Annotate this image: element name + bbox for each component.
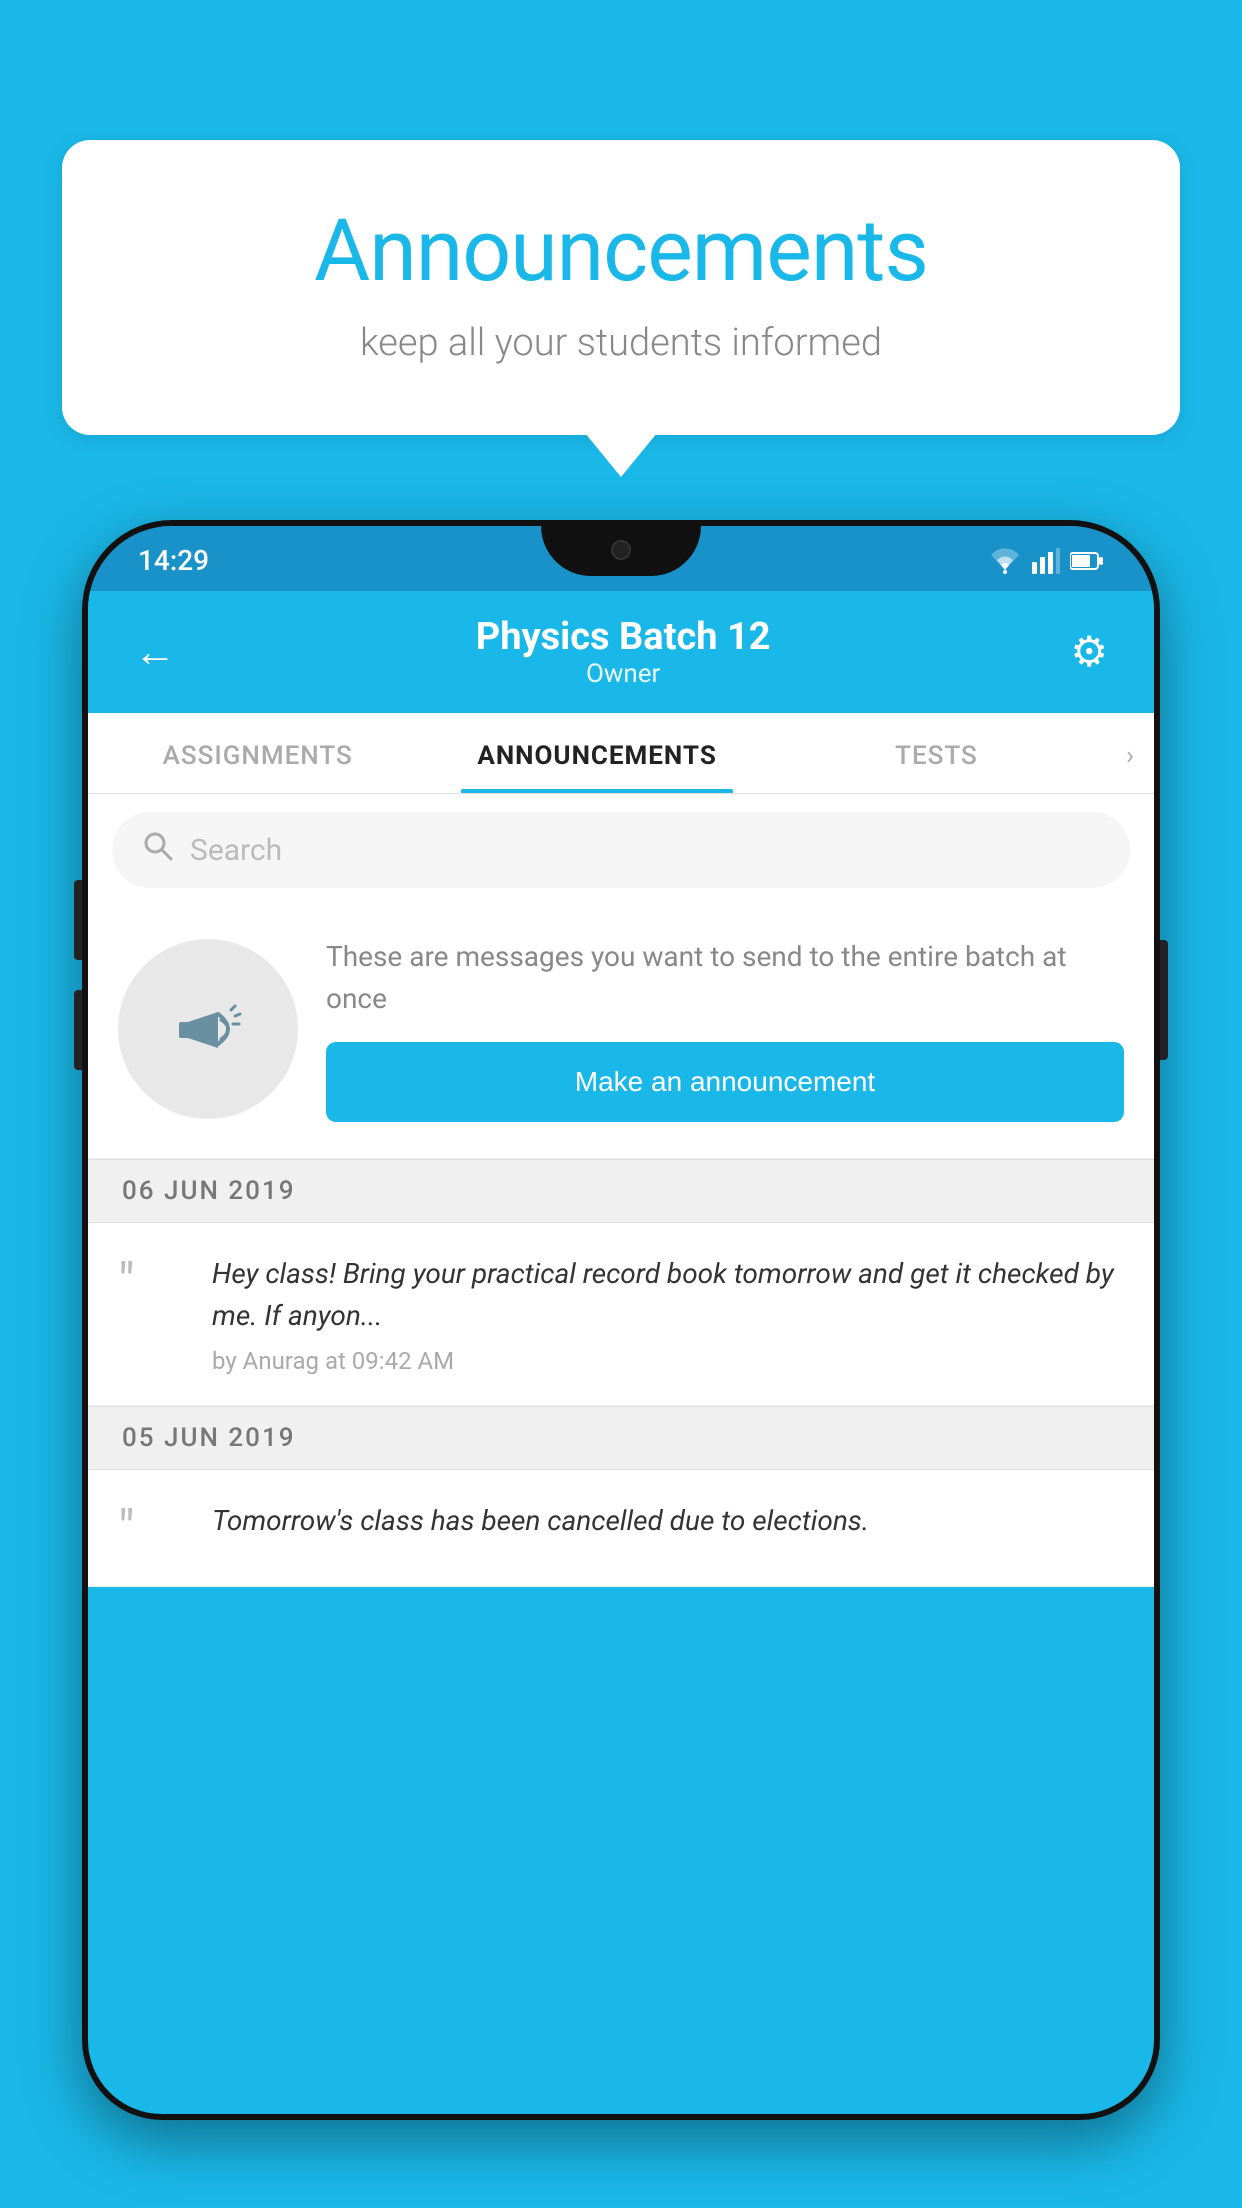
status-time: 14:29: [138, 544, 209, 577]
back-button[interactable]: ←: [134, 628, 176, 677]
tabs-bar: ASSIGNMENTS ANNOUNCEMENTS TESTS ›: [88, 713, 1154, 794]
search-icon: [142, 830, 174, 870]
megaphone-icon: [163, 984, 253, 1074]
date-divider-2: 05 JUN 2019: [88, 1406, 1154, 1470]
power-button: [1160, 940, 1168, 1060]
announcement-text-2: Tomorrow's class has been cancelled due …: [212, 1500, 1124, 1542]
announcement-content-2: Tomorrow's class has been cancelled due …: [212, 1500, 1124, 1552]
settings-icon[interactable]: ⚙: [1070, 627, 1108, 677]
app-bar-title-group: Physics Batch 12 Owner: [476, 615, 771, 689]
announcement-content-1: Hey class! Bring your practical record b…: [212, 1253, 1124, 1375]
phone-mockup: 14:29: [82, 520, 1160, 2208]
make-announcement-button[interactable]: Make an announcement: [326, 1042, 1124, 1122]
promo-right: These are messages you want to send to t…: [326, 936, 1124, 1122]
promo-description: These are messages you want to send to t…: [326, 936, 1124, 1020]
status-icons: [988, 548, 1104, 574]
front-camera: [611, 540, 631, 560]
volume-up-button: [74, 880, 82, 960]
tab-announcements[interactable]: ANNOUNCEMENTS: [427, 713, 766, 793]
volume-down-button: [74, 990, 82, 1070]
announcements-title: Announcements: [142, 200, 1100, 301]
batch-title: Physics Batch 12: [476, 615, 771, 659]
battery-icon: [1070, 551, 1104, 571]
quote-icon-2: ": [118, 1504, 188, 1556]
date-divider-1: 06 JUN 2019: [88, 1159, 1154, 1223]
announcement-item-1[interactable]: " Hey class! Bring your practical record…: [88, 1223, 1154, 1406]
search-placeholder: Search: [190, 833, 282, 868]
announcement-meta-1: by Anurag at 09:42 AM: [212, 1347, 1124, 1375]
phone-screen: 14:29: [88, 526, 1154, 2114]
phone-notch: [541, 526, 701, 576]
app-bar: ← Physics Batch 12 Owner ⚙: [88, 591, 1154, 713]
speech-bubble-card: Announcements keep all your students inf…: [62, 140, 1180, 435]
announcements-subtitle: keep all your students informed: [142, 321, 1100, 365]
quote-icon-1: ": [118, 1257, 188, 1309]
announcement-promo: These are messages you want to send to t…: [88, 906, 1154, 1159]
tab-tests[interactable]: TESTS: [767, 713, 1106, 793]
signal-icon: [1032, 548, 1060, 574]
speech-bubble-section: Announcements keep all your students inf…: [62, 140, 1180, 435]
tab-assignments[interactable]: ASSIGNMENTS: [88, 713, 427, 793]
search-bar[interactable]: Search: [112, 812, 1130, 888]
promo-icon-circle: [118, 939, 298, 1119]
search-container: Search: [88, 794, 1154, 906]
batch-subtitle: Owner: [476, 659, 771, 689]
tab-more[interactable]: ›: [1106, 713, 1154, 793]
phone-outer-shell: 14:29: [82, 520, 1160, 2120]
wifi-icon: [988, 548, 1022, 574]
announcement-text-1: Hey class! Bring your practical record b…: [212, 1253, 1124, 1337]
announcement-item-2[interactable]: " Tomorrow's class has been cancelled du…: [88, 1470, 1154, 1587]
